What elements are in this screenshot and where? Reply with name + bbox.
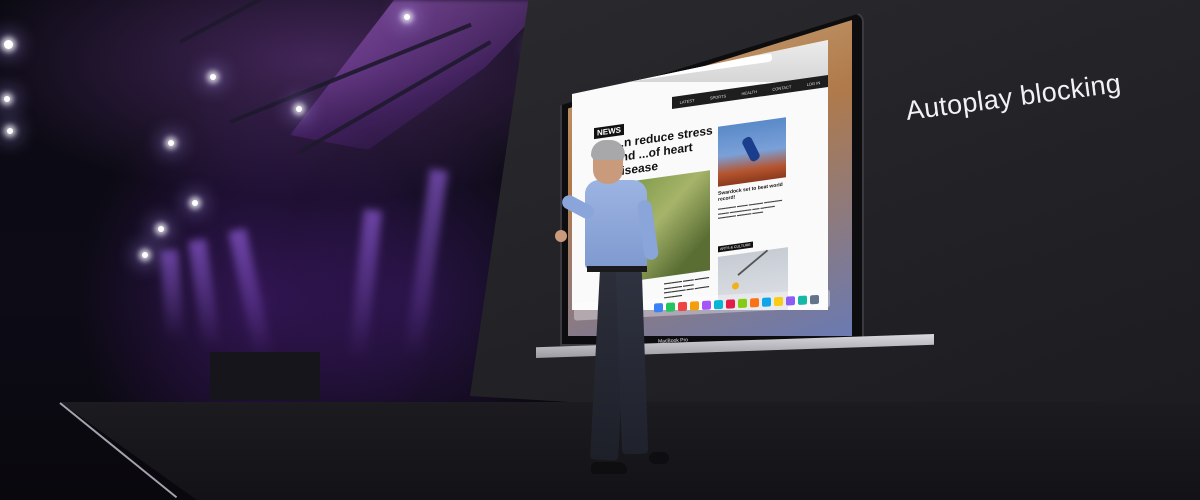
dock-app-icon [810, 294, 819, 304]
light-beam [403, 168, 448, 360]
light-beam [348, 209, 382, 361]
dock-app-icon [702, 300, 711, 310]
presenter-shirt [585, 180, 647, 270]
stage-light [168, 140, 174, 146]
dock-app-icon [774, 296, 783, 306]
stage-light [142, 252, 148, 258]
presenter-leg [615, 269, 649, 455]
stage-light [296, 106, 302, 112]
backstage-riser [210, 352, 320, 400]
sports-video-thumbnail [718, 117, 786, 187]
presenter [555, 140, 685, 480]
stage-light [7, 128, 13, 134]
dock-app-icon [714, 299, 723, 309]
presenter-belt [587, 266, 647, 272]
light-beam [188, 238, 222, 351]
nav-item: CONTACT [772, 83, 792, 92]
stage-light [158, 226, 164, 232]
nav-item: HEALTH [741, 88, 757, 96]
stage-light [210, 74, 216, 80]
presenter-shoe [591, 462, 627, 474]
truss-beam [179, 0, 393, 44]
stage-light [192, 200, 198, 206]
dock-app-icon [798, 294, 807, 305]
nav-item: SPORTS [709, 92, 727, 101]
pendulum-ball [732, 281, 739, 290]
light-beam [160, 249, 185, 341]
dock-app-icon [750, 297, 759, 307]
dock-app-icon [690, 300, 699, 311]
dock-app-icon [786, 295, 795, 306]
presenter-hair [591, 140, 625, 160]
nav-item: LOG IN [806, 79, 821, 87]
stage-light [4, 96, 10, 102]
section-tag: ARTS & CULTURE [718, 241, 753, 253]
keynote-stage-scene: Autoplay blocking LATEST SPORTS HEALTH C… [0, 0, 1200, 500]
stage-light [404, 14, 410, 20]
dock-app-icon [762, 296, 771, 307]
presenter-shoe [649, 452, 669, 464]
nav-item: LATEST [679, 97, 695, 105]
light-beam [228, 228, 273, 360]
dock-app-icon [726, 298, 735, 309]
dock-app-icon [738, 298, 747, 308]
stage-light [4, 40, 13, 49]
presenter-hand [555, 230, 567, 242]
runner-figure [740, 135, 762, 163]
pendulum-rod [737, 249, 769, 276]
